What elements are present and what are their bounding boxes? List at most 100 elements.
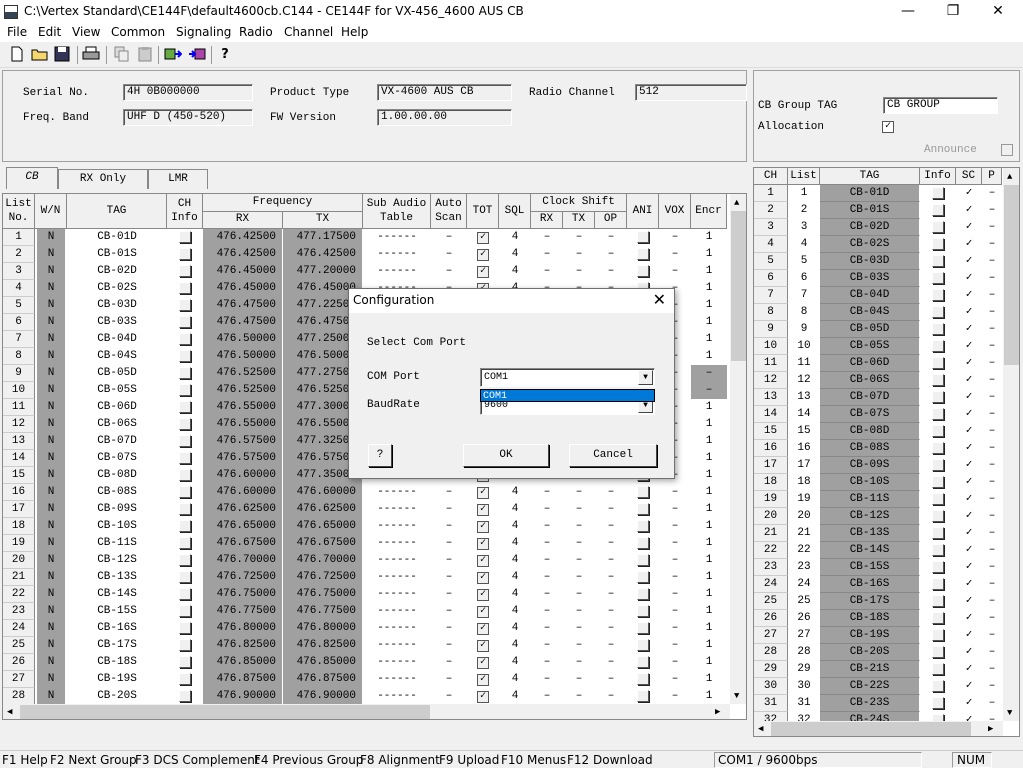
rx-freq-cell[interactable]: 476.87500 [203,671,283,688]
tag-cell[interactable]: CB-15S [820,559,920,576]
cell-button-icon[interactable] [179,282,191,294]
cell-button-icon[interactable] [179,690,191,702]
wn-cell[interactable]: N [37,297,65,314]
tag-cell[interactable]: CB-04D [67,331,167,348]
tx-freq-cell[interactable]: 476.75000 [283,586,363,603]
wn-cell[interactable]: N [37,603,65,620]
cell-button-icon[interactable] [179,333,191,345]
check-icon[interactable]: ✓ [477,249,489,261]
menu-radio[interactable]: Radio [239,25,273,39]
table-row[interactable]: 11 11 CB-06D ✓ – [754,355,1002,372]
sc-cell[interactable]: ✓ [956,253,982,270]
wn-cell[interactable]: N [37,280,65,297]
clock-shift-tx-cell[interactable]: – [563,501,595,518]
rx-freq-cell[interactable]: 476.57500 [203,433,283,450]
table-row[interactable]: 5 5 CB-03D ✓ – [754,253,1002,270]
wn-cell[interactable]: N [37,433,65,450]
sql-cell[interactable]: 4 [499,569,531,586]
table-row[interactable]: 24 24 CB-16S ✓ – [754,576,1002,593]
ch-info-button[interactable] [167,314,203,331]
tag-cell[interactable]: CB-12S [67,552,167,569]
wn-cell[interactable]: N [37,365,65,382]
ch-info-button[interactable] [167,620,203,637]
list-cell[interactable]: 23 [788,559,820,576]
info-button[interactable] [920,678,956,695]
clock-shift-op-cell[interactable]: – [595,569,627,586]
cell-button-icon[interactable] [932,408,944,420]
check-icon[interactable]: ✓ [477,623,489,635]
wn-cell[interactable]: N [37,535,65,552]
table-row[interactable]: 22 22 CB-14S ✓ – [754,542,1002,559]
encr-cell[interactable]: 1 [691,297,727,314]
p-cell[interactable]: – [982,508,1002,525]
sc-cell[interactable]: ✓ [956,355,982,372]
info-button[interactable] [920,593,956,610]
ok-button[interactable]: OK [463,444,549,467]
cell-button-icon[interactable] [932,391,944,403]
encr-cell[interactable]: 1 [691,450,727,467]
check-icon[interactable]: ✓ [477,504,489,516]
tag-cell[interactable]: CB-04S [67,348,167,365]
list-cell[interactable]: 30 [788,678,820,695]
clock-shift-rx-cell[interactable]: – [531,501,563,518]
check-icon[interactable]: ✓ [477,572,489,584]
clock-shift-tx-cell[interactable]: – [563,637,595,654]
table-row[interactable]: 12 12 CB-06S ✓ – [754,372,1002,389]
cell-button-icon[interactable] [179,588,191,600]
list-cell[interactable]: 28 [788,644,820,661]
ch-info-button[interactable] [167,654,203,671]
wn-cell[interactable]: N [37,671,65,688]
clock-shift-op-cell[interactable]: – [595,535,627,552]
p-cell[interactable]: – [982,202,1002,219]
table-row[interactable]: 13 13 CB-07D ✓ – [754,389,1002,406]
rx-freq-cell[interactable]: 476.70000 [203,552,283,569]
list-cell[interactable]: 21 [788,525,820,542]
tag-cell[interactable]: CB-06S [820,372,920,389]
tot-checkbox[interactable]: ✓ [467,620,499,637]
cell-button-icon[interactable] [932,595,944,607]
copy-icon[interactable] [113,46,131,64]
vox-cell[interactable]: – [659,620,691,637]
cell-button-icon[interactable] [932,459,944,471]
wn-cell[interactable]: N [37,246,65,263]
ch-info-button[interactable] [167,603,203,620]
ani-button[interactable] [627,637,659,654]
info-button[interactable] [920,202,956,219]
ani-button[interactable] [627,552,659,569]
wn-cell[interactable]: N [37,552,65,569]
cell-button-icon[interactable] [637,265,649,277]
sql-cell[interactable]: 4 [499,688,531,705]
sql-cell[interactable]: 4 [499,229,531,246]
wn-cell[interactable]: N [37,569,65,586]
info-button[interactable] [920,457,956,474]
encr-cell[interactable]: 1 [691,603,727,620]
clock-shift-tx-cell[interactable]: – [563,535,595,552]
tx-freq-cell[interactable]: 476.72500 [283,569,363,586]
table-row[interactable]: 27 27 CB-19S ✓ – [754,627,1002,644]
cell-button-icon[interactable] [637,537,649,549]
cell-button-icon[interactable] [179,537,191,549]
sc-cell[interactable]: ✓ [956,457,982,474]
rx-freq-cell[interactable]: 476.57500 [203,450,283,467]
wn-cell[interactable]: N [37,620,65,637]
info-button[interactable] [920,576,956,593]
auto-scan-cell[interactable]: – [431,535,467,552]
tag-cell[interactable]: CB-19S [820,627,920,644]
ch-info-button[interactable] [167,552,203,569]
clock-shift-rx-cell[interactable]: – [531,569,563,586]
write-radio-icon[interactable] [188,46,206,64]
cancel-button[interactable]: Cancel [569,444,657,467]
p-cell[interactable]: – [982,389,1002,406]
cell-button-icon[interactable] [179,316,191,328]
clock-shift-rx-cell[interactable]: – [531,620,563,637]
tx-freq-cell[interactable]: 476.67500 [283,535,363,552]
sc-cell[interactable]: ✓ [956,627,982,644]
ch-info-button[interactable] [167,365,203,382]
clock-shift-op-cell[interactable]: – [595,484,627,501]
tag-cell[interactable]: CB-20S [820,644,920,661]
cell-button-icon[interactable] [179,605,191,617]
ch-info-button[interactable] [167,297,203,314]
cell-button-icon[interactable] [179,452,191,464]
ch-info-button[interactable] [167,433,203,450]
ani-button[interactable] [627,671,659,688]
